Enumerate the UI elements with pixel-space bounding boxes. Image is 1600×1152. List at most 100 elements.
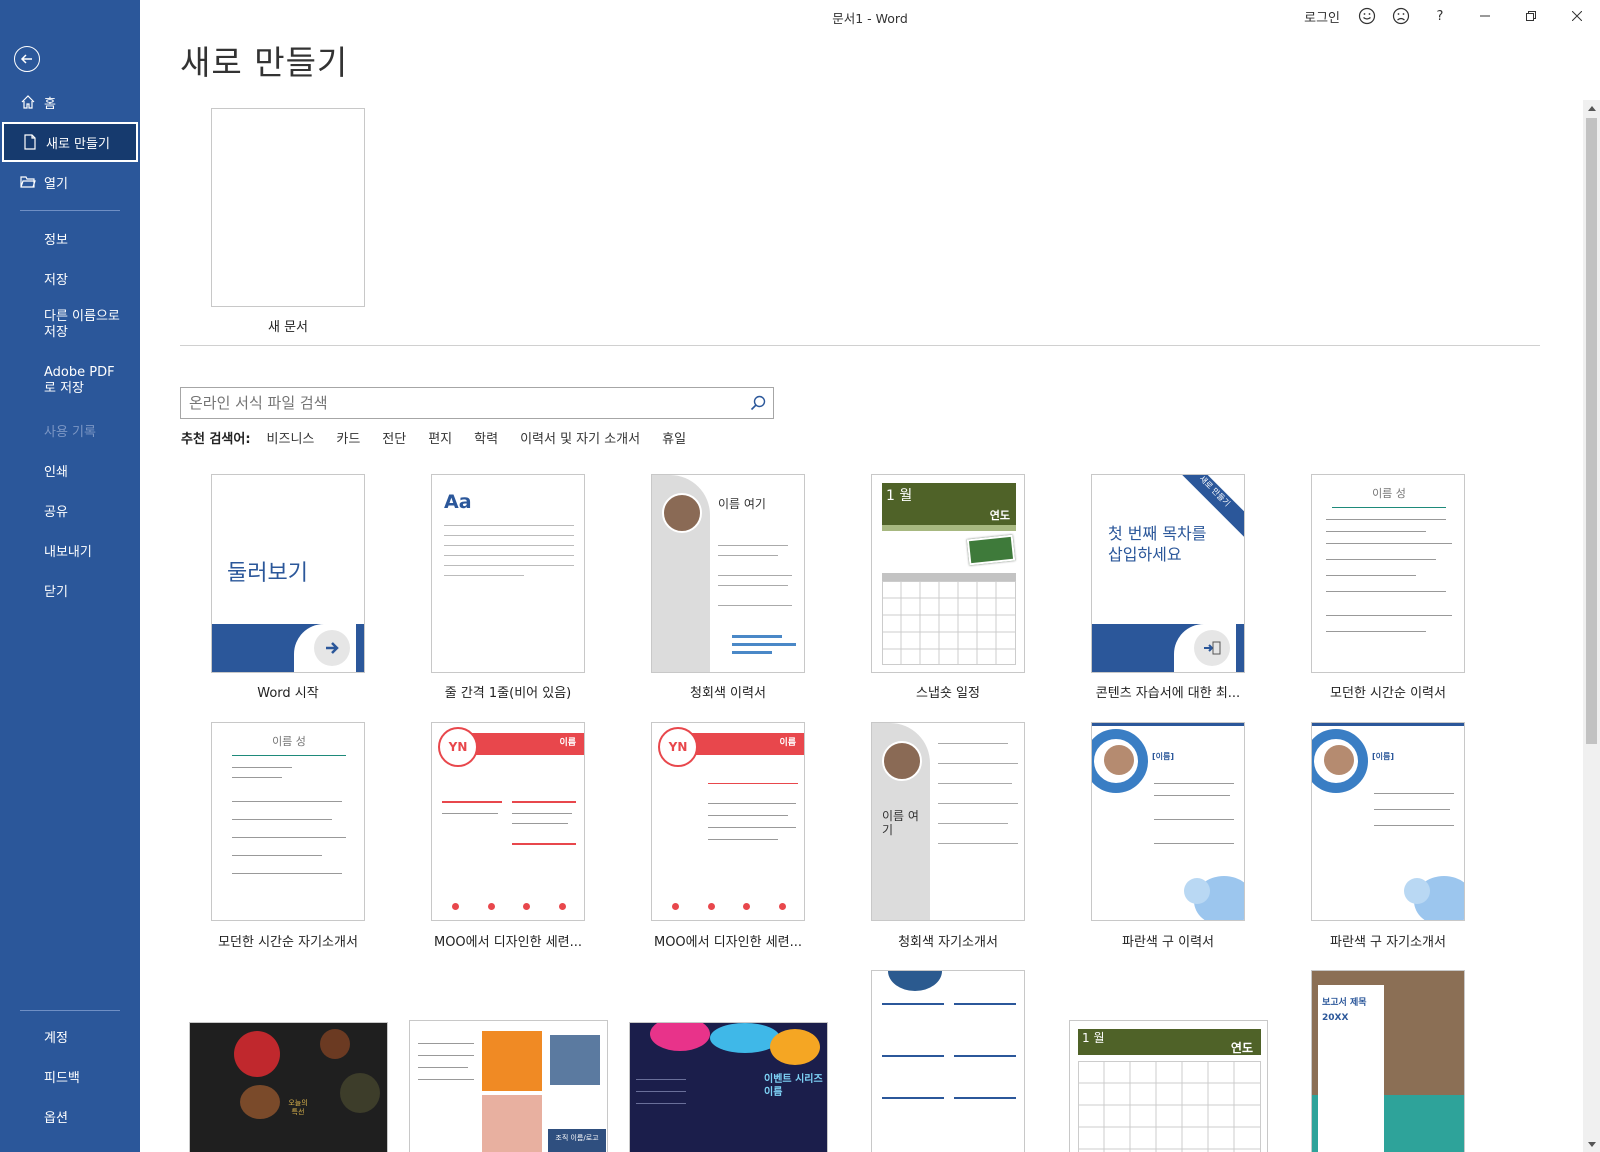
scroll-up-button[interactable] [1583, 100, 1600, 116]
sidebar-item-history: 사용 기록 [0, 410, 140, 450]
suggested-searches-label: 추천 검색어: [181, 432, 251, 447]
sidebar-item-export[interactable]: 내보내기 [0, 530, 140, 570]
blank-document-thumbnail[interactable] [211, 108, 365, 307]
text-line [708, 803, 796, 804]
template-blue-grey-resume[interactable]: 이름 여기 [651, 474, 805, 673]
sidebar-item-label: 다른 이름으로 저장 [44, 309, 120, 340]
template-modern-chronological-cover-letter[interactable]: 이름 성 [211, 722, 365, 921]
photo-placeholder [662, 493, 702, 533]
text-line [938, 783, 1012, 784]
template-blue-sphere-resume[interactable]: [이름] [1091, 722, 1245, 921]
suggest-link-letters[interactable]: 편지 [428, 428, 452, 447]
smiley-face-icon [1358, 7, 1376, 25]
food-photo [340, 1073, 380, 1113]
monogram-badge: YN [438, 727, 478, 767]
template-toc-tutorial[interactable]: 새로 만들기 첫 번째 목차를 삽입하세요 [1091, 474, 1245, 673]
sidebar-item-feedback[interactable]: 피드백 [0, 1056, 140, 1096]
template-preview-text-2: 20XX [1322, 1013, 1349, 1023]
sidebar-item-save[interactable]: 저장 [0, 258, 140, 298]
scroll-down-button[interactable] [1583, 1136, 1600, 1152]
accent-line [882, 1055, 944, 1057]
text-line [1326, 575, 1416, 576]
text-line [418, 1043, 474, 1044]
template-moo-resume[interactable]: YN 이름 [431, 722, 585, 921]
sidebar-item-save-as[interactable]: 다른 이름으로 저장 [0, 300, 134, 350]
backstage-sidebar: 홈 새로 만들기 열기 정보 저장 다른 이름으로 저장 Adobe PDF로 … [0, 0, 140, 1152]
suggest-link-flyers[interactable]: 전단 [382, 428, 406, 447]
suggest-link-cards[interactable]: 카드 [336, 428, 360, 447]
text-line [418, 1067, 468, 1068]
suggest-link-resumes[interactable]: 이력서 및 자기 소개서 [520, 428, 640, 447]
template-blue-sphere-cover-letter[interactable]: [이름] [1311, 722, 1465, 921]
text-line [1154, 783, 1234, 784]
sidebar-item-save-adobe-pdf[interactable]: Adobe PDF로 저장 [0, 356, 134, 406]
sidebar-item-info[interactable]: 정보 [0, 218, 140, 258]
frown-feedback-button[interactable] [1384, 0, 1418, 32]
sidebar-item-close[interactable]: 닫기 [0, 570, 140, 610]
text-line [1154, 819, 1234, 820]
template-restaurant-menu-brochure[interactable]: 오늘의 특선 [189, 1022, 388, 1152]
template-caption: 모던한 시간순 자기소개서 [218, 935, 358, 950]
back-button[interactable] [14, 46, 40, 72]
template-report[interactable]: 보고서 제목 20XX [1311, 970, 1465, 1152]
text-line [636, 1079, 686, 1080]
sidebar-item-label: 계정 [44, 1030, 68, 1046]
frowning-face-icon [1392, 7, 1410, 25]
sidebar-item-new[interactable]: 새로 만들기 [2, 122, 138, 162]
sidebar-item-account[interactable]: 계정 [0, 1016, 140, 1056]
accent-line [1312, 723, 1464, 726]
title-bar: 문서1 - Word 로그인 ? [140, 0, 1600, 32]
template-landscape-calendar[interactable]: 1 월 연도 [1069, 1020, 1268, 1152]
decorative-sphere [1404, 878, 1430, 904]
close-window-button[interactable] [1554, 0, 1600, 32]
text-line [718, 545, 788, 546]
template-modern-chronological-resume[interactable]: 이름 성 [1311, 474, 1465, 673]
text-line [1326, 543, 1452, 544]
arrow-circle-icon [314, 630, 350, 666]
text-line [1154, 843, 1234, 844]
text-line [418, 1055, 474, 1056]
sidebar-item-label: 정보 [44, 232, 68, 248]
template-caption: 모던한 시간순 이력서 [1330, 686, 1446, 701]
template-snapshot-calendar[interactable]: 1 월 연도 [871, 474, 1025, 673]
sidebar-item-open[interactable]: 열기 [0, 162, 140, 202]
template-preview-text: 둘러보기 [227, 561, 308, 586]
scrollbar-thumb[interactable] [1586, 118, 1597, 744]
minimize-button[interactable] [1462, 0, 1508, 32]
search-icon [750, 395, 766, 411]
template-planner[interactable] [871, 970, 1025, 1152]
template-kids-brochure[interactable]: 조직 이름/로고 [409, 1020, 608, 1152]
decorative-sphere [888, 971, 942, 991]
signin-button[interactable]: 로그인 [1294, 0, 1350, 32]
text-line [718, 605, 792, 606]
sidebar-item-home[interactable]: 홈 [0, 82, 140, 122]
smile-feedback-button[interactable] [1350, 0, 1384, 32]
template-preview-text: [이름] [1372, 752, 1395, 761]
sidebar-item-options[interactable]: 옵션 [0, 1096, 140, 1136]
accent-line [512, 843, 576, 845]
restore-button[interactable] [1508, 0, 1554, 32]
sidebar-item-label: 새로 만들기 [46, 136, 110, 152]
vertical-scrollbar[interactable] [1583, 100, 1600, 1152]
template-blue-grey-cover-letter[interactable]: 이름 여기 [871, 722, 1025, 921]
search-button[interactable] [743, 388, 773, 418]
template-single-spaced[interactable]: Aa [431, 474, 585, 673]
text-line [1154, 795, 1230, 796]
template-preview-text: 이름 성 [272, 735, 306, 748]
template-word-tour[interactable]: 둘러보기 [211, 474, 365, 673]
suggest-link-holidays[interactable]: 휴일 [662, 428, 686, 447]
skill-bar [732, 643, 796, 646]
template-caption: MOO에서 디자인한 세련... [433, 935, 583, 950]
suggest-link-education[interactable]: 학력 [474, 428, 498, 447]
template-moo-cover-letter[interactable]: YN 이름 [651, 722, 805, 921]
help-button[interactable]: ? [1418, 0, 1462, 32]
template-search-input[interactable] [181, 389, 743, 417]
calendar-subband [882, 525, 1016, 531]
template-event-series-brochure[interactable]: 이벤트 시리즈 이름 [629, 1022, 828, 1152]
ruled-line [444, 535, 574, 536]
template-caption: 줄 간격 1줄(비어 있음) [444, 686, 572, 701]
text-line [636, 1091, 686, 1092]
sidebar-item-print[interactable]: 인쇄 [0, 450, 140, 490]
suggest-link-business[interactable]: 비즈니스 [267, 428, 315, 447]
sidebar-item-share[interactable]: 공유 [0, 490, 140, 530]
